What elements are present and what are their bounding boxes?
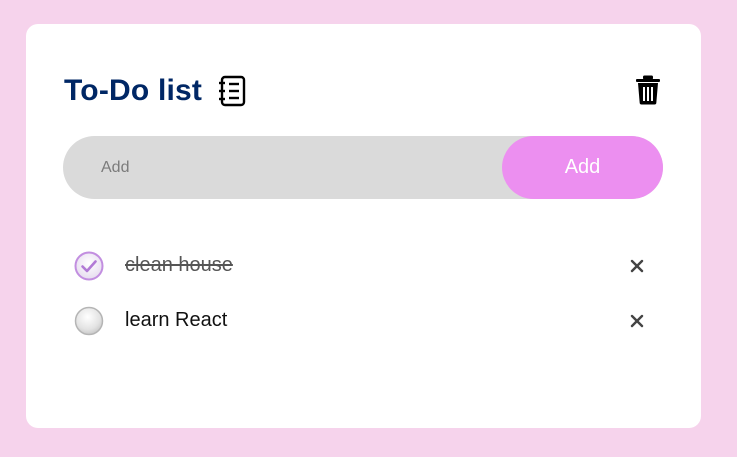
trash-icon[interactable] xyxy=(635,75,661,105)
page-title: To-Do list xyxy=(64,74,203,107)
todo-list: clean house learn React xyxy=(74,238,654,348)
unchecked-icon[interactable] xyxy=(74,306,104,336)
header: To-Do list xyxy=(64,74,248,108)
notebook-icon xyxy=(218,75,248,107)
add-form: Add xyxy=(63,136,663,199)
list-item[interactable]: clean house xyxy=(74,238,654,293)
item-label: clean house xyxy=(125,254,233,276)
item-label: learn React xyxy=(125,309,228,331)
list-item[interactable]: learn React xyxy=(74,293,654,348)
add-input[interactable] xyxy=(63,136,503,199)
checked-icon[interactable] xyxy=(74,251,104,281)
close-icon[interactable] xyxy=(626,253,648,279)
todo-card: To-Do list Add Add clean house learn Rea… xyxy=(26,24,701,428)
add-button[interactable]: Add xyxy=(502,136,663,199)
close-icon[interactable] xyxy=(626,308,648,334)
